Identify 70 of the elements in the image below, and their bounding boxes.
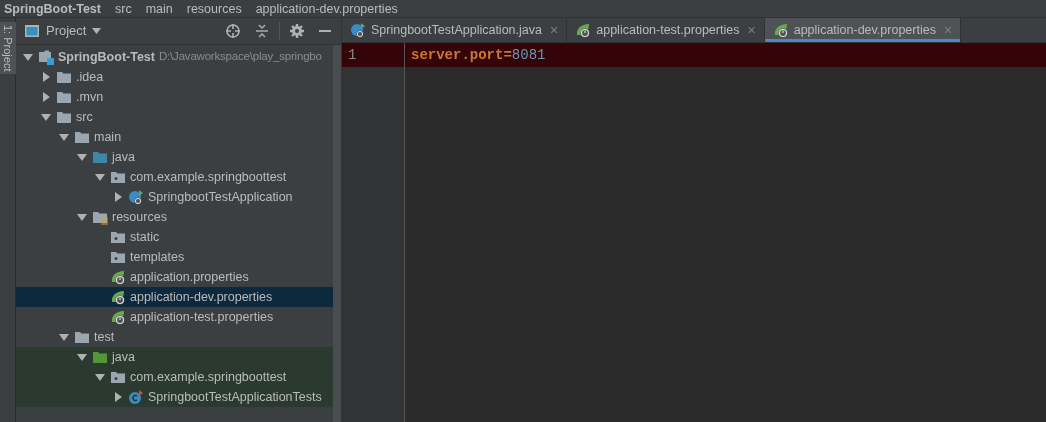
tree-item[interactable]: java — [16, 147, 333, 167]
package-icon — [110, 169, 126, 185]
editor-tab[interactable]: application-test.properties × — [567, 18, 765, 42]
tree-item[interactable]: SpringbootTestApplicationTests — [16, 387, 333, 407]
tree-item[interactable]: java — [16, 347, 333, 367]
package-icon — [110, 249, 126, 265]
tree-item[interactable]: com.example.springboottest — [16, 167, 333, 187]
breadcrumb-item[interactable]: main — [145, 0, 173, 17]
editor-tab[interactable]: SpringbootTestApplication.java × — [342, 18, 568, 42]
class-icon — [128, 189, 144, 205]
leaf-icon — [772, 22, 789, 38]
scrollbar[interactable] — [333, 45, 341, 422]
line-number: 1 — [347, 45, 357, 65]
leaf-icon — [110, 309, 126, 325]
tree-item[interactable]: com.example.springboottest — [16, 367, 333, 387]
tree-item[interactable]: .idea — [16, 67, 333, 87]
tree-item[interactable]: main — [16, 127, 333, 147]
module-icon — [38, 49, 54, 65]
tree-item[interactable]: application-dev.properties — [16, 287, 333, 307]
locate-icon[interactable] — [225, 23, 242, 39]
caret-icon[interactable] — [92, 28, 102, 34]
tree-item[interactable]: SpringbootTestApplication — [16, 187, 333, 207]
collapsed-arrow-icon[interactable] — [112, 391, 124, 403]
folder-icon — [56, 89, 72, 105]
leaf-icon — [110, 289, 126, 305]
expanded-arrow-icon[interactable] — [94, 171, 106, 183]
leaf-icon — [575, 22, 592, 38]
expanded-arrow-icon[interactable] — [94, 371, 106, 383]
folder-icon — [74, 129, 90, 145]
tree-item[interactable]: src — [16, 107, 333, 127]
folder-icon — [92, 349, 108, 365]
expanded-arrow-icon[interactable] — [40, 111, 52, 123]
folder-icon — [56, 69, 72, 85]
tree-item[interactable]: resources — [16, 207, 333, 227]
breadcrumb-item[interactable]: SpringBoot-Test — [4, 0, 101, 17]
expanded-arrow-icon[interactable] — [58, 131, 70, 143]
panel-title[interactable]: Project — [46, 21, 87, 41]
tree-item[interactable]: application.properties — [16, 267, 333, 287]
tree-item[interactable]: static — [16, 227, 333, 247]
expanded-arrow-icon[interactable] — [76, 151, 88, 163]
tree-item[interactable]: test — [16, 327, 333, 347]
tree-item[interactable]: SpringBoot-Test D:\Javaworkspace\play_springbo — [16, 47, 333, 67]
resource-folder-icon — [92, 209, 108, 225]
leaf-icon — [110, 269, 126, 285]
tool-window-tab[interactable]: 1: Project — [0, 22, 16, 75]
expanded-arrow-icon[interactable] — [22, 51, 34, 63]
folder-icon — [56, 109, 72, 125]
breadcrumb-item[interactable]: src — [115, 0, 132, 17]
expanded-arrow-icon[interactable] — [76, 211, 88, 223]
collapsed-arrow-icon[interactable] — [112, 191, 124, 203]
expanded-arrow-icon[interactable] — [76, 351, 88, 363]
window-icon — [24, 23, 40, 39]
collapsed-arrow-icon[interactable] — [40, 91, 52, 103]
folder-icon — [74, 329, 90, 345]
class-icon — [350, 22, 366, 38]
breadcrumb-item[interactable]: application-dev.properties — [255, 0, 398, 17]
tree-item[interactable]: templates — [16, 247, 333, 267]
tree-item[interactable]: .mvn — [16, 87, 333, 107]
expanded-arrow-icon[interactable] — [58, 331, 70, 343]
settings-icon[interactable] — [288, 23, 305, 39]
collapsed-arrow-icon[interactable] — [40, 71, 52, 83]
breadcrumb-item[interactable]: resources — [186, 0, 242, 17]
test-class-icon — [128, 389, 144, 405]
tree-item[interactable]: application-test.properties — [16, 307, 333, 327]
package-icon — [110, 229, 126, 245]
folder-icon — [92, 149, 108, 165]
editor-tab[interactable]: application-dev.properties × — [764, 18, 962, 42]
package-icon — [110, 369, 126, 385]
path-text: D:\Javaworkspace\play_springbo — [159, 49, 322, 65]
collapse-icon[interactable] — [253, 23, 270, 39]
